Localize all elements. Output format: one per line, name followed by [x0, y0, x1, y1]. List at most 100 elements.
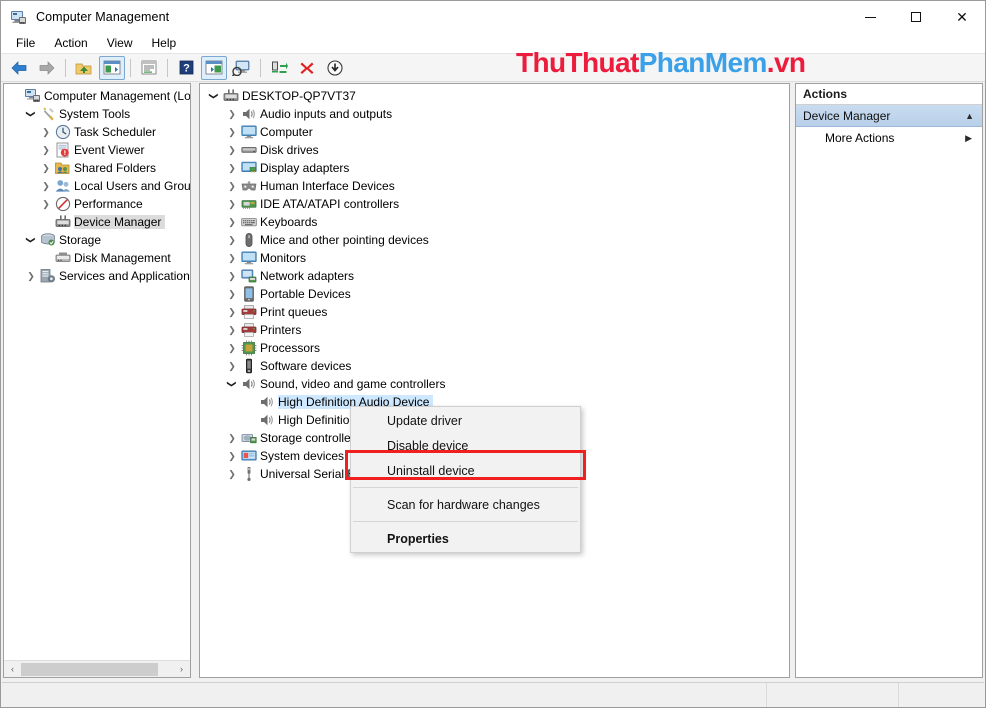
tree-row[interactable]: ❯ Printers	[200, 321, 789, 339]
chevron-right-icon[interactable]: ❯	[224, 249, 240, 267]
tree-row[interactable]: ❯ Print queues	[200, 303, 789, 321]
chevron-right-icon[interactable]: ❯	[38, 159, 54, 177]
chevron-right-icon[interactable]: ❯	[224, 123, 240, 141]
chevron-right-icon[interactable]: ❯	[224, 105, 240, 123]
tree-row[interactable]: ❯ Disk drives	[200, 141, 789, 159]
chevron-right-icon[interactable]: ❯	[224, 429, 240, 447]
chevron-right-icon[interactable]: ❯	[224, 357, 240, 375]
chevron-right-icon[interactable]: ❯	[224, 465, 240, 483]
chevron-right-icon[interactable]: ❯	[224, 159, 240, 177]
scan-hardware-changes-button[interactable]	[229, 56, 255, 80]
left-splitter[interactable]	[192, 83, 199, 678]
tree-row[interactable]: ❯ Local Users and Groups	[4, 177, 190, 195]
chevron-right-icon[interactable]: ❯	[38, 195, 54, 213]
tree-row[interactable]: ❯ Keyboards	[200, 213, 789, 231]
scroll-right-arrow-icon[interactable]: ›	[173, 661, 190, 678]
tree-row[interactable]: ❯ Storage	[4, 231, 190, 249]
chevron-down-icon[interactable]: ❯	[223, 376, 241, 392]
tree-row[interactable]: ❯ Event Viewer	[4, 141, 190, 159]
chevron-right-icon[interactable]: ❯	[38, 141, 54, 159]
toolbar-separator	[130, 58, 131, 77]
close-button[interactable]: ✕	[939, 1, 985, 33]
tree-row[interactable]: ❯ Human Interface Devices	[200, 177, 789, 195]
chevron-right-icon[interactable]: ❯	[224, 447, 240, 465]
actions-section-device-manager[interactable]: Device Manager ▲	[796, 105, 982, 127]
back-button[interactable]	[6, 56, 32, 80]
tree-row-label: Print queues	[260, 305, 328, 319]
show-hide-action-pane-button[interactable]	[201, 55, 227, 80]
hscroll-track[interactable]	[21, 661, 173, 678]
chevron-right-icon[interactable]: ❯	[38, 123, 54, 141]
shared-folders-icon	[54, 160, 72, 176]
properties-button[interactable]	[136, 56, 162, 80]
tree-row[interactable]: ❯ Portable Devices	[200, 285, 789, 303]
chevron-right-icon[interactable]: ❯	[23, 267, 39, 285]
chevron-down-icon[interactable]: ❯	[205, 88, 223, 104]
chevron-down-icon[interactable]: ❯	[22, 106, 40, 122]
tree-row[interactable]: ❯ Shared Folders	[4, 159, 190, 177]
chevron-down-icon[interactable]: ❯	[22, 232, 40, 248]
tree-row[interactable]: ❯ Display adapters	[200, 159, 789, 177]
tree-row[interactable]: ❯ Task Scheduler	[4, 123, 190, 141]
maximize-button[interactable]	[893, 1, 939, 33]
toolbar: ?	[1, 54, 985, 82]
tree-row[interactable]: ❯ Network adapters	[200, 267, 789, 285]
tree-row[interactable]: ❯ Audio inputs and outputs	[200, 105, 789, 123]
menu-help[interactable]: Help	[143, 34, 186, 52]
tree-row-label: System Tools	[59, 107, 131, 121]
chevron-right-icon[interactable]: ❯	[224, 285, 240, 303]
tree-row[interactable]: ❯ Software devices	[200, 357, 789, 375]
forward-button[interactable]	[34, 56, 60, 80]
chevron-right-icon[interactable]: ❯	[224, 177, 240, 195]
chevron-right-icon[interactable]: ❯	[224, 213, 240, 231]
chevron-right-icon[interactable]: ❯	[38, 177, 54, 195]
tree-row[interactable]: ❯ Mice and other pointing devices	[200, 231, 789, 249]
minimize-icon	[864, 16, 876, 18]
display-adapter-icon	[240, 160, 258, 176]
help-button[interactable]: ?	[173, 56, 199, 80]
tree-row[interactable]: ❯ IDE ATA/ATAPI controllers	[200, 195, 789, 213]
ctx-item-properties[interactable]: Properties	[351, 526, 580, 551]
console-tree-hscrollbar[interactable]: ‹ ›	[4, 660, 190, 677]
body-area: Computer Management (Local ❯ System Tools ❯…	[1, 83, 985, 678]
tree-row[interactable]: Disk Management	[4, 249, 190, 267]
chevron-right-icon[interactable]: ❯	[224, 339, 240, 357]
chevron-right-icon[interactable]: ❯	[224, 141, 240, 159]
tree-row[interactable]: Device Manager	[4, 213, 190, 231]
chevron-right-icon[interactable]: ❯	[224, 231, 240, 249]
tree-row[interactable]: ❯ Processors	[200, 339, 789, 357]
ctx-item-disable-device[interactable]: Disable device	[351, 433, 580, 458]
tree-row[interactable]: ❯ DESKTOP-QP7VT37	[200, 87, 789, 105]
disable-device-button[interactable]	[322, 56, 348, 80]
hscroll-thumb[interactable]	[21, 662, 158, 676]
chevron-right-icon[interactable]: ❯	[224, 195, 240, 213]
chevron-right-icon[interactable]: ❯	[224, 267, 240, 285]
ctx-item-update-driver[interactable]: Update driver	[351, 408, 580, 433]
menu-file[interactable]: File	[7, 34, 44, 52]
show-hide-console-tree-button[interactable]	[99, 55, 125, 80]
tree-row[interactable]: ❯ System Tools	[4, 105, 190, 123]
ctx-item-scan-for-hardware-changes[interactable]: Scan for hardware changes	[351, 492, 580, 517]
actions-item-more-actions[interactable]: More Actions ▶	[796, 127, 982, 149]
tree-row[interactable]: ❯ Computer	[200, 123, 789, 141]
tree-row[interactable]: ❯ Sound, video and game controllers	[200, 375, 789, 393]
menu-view[interactable]: View	[98, 34, 142, 52]
system-device-icon	[240, 448, 258, 464]
tree-row[interactable]: ❯ Performance	[4, 195, 190, 213]
show-hide-console-tree-icon	[103, 60, 121, 75]
chevron-up-icon[interactable]: ▲	[965, 111, 974, 121]
chevron-right-icon[interactable]: ❯	[224, 303, 240, 321]
uninstall-device-button[interactable]	[294, 56, 320, 80]
ctx-item-uninstall-device[interactable]: Uninstall device	[351, 458, 580, 483]
tree-row[interactable]: ❯ Monitors	[200, 249, 789, 267]
chevron-right-icon[interactable]: ❯	[224, 321, 240, 339]
tree-row[interactable]: ❯ Services and Applications	[4, 267, 190, 285]
tree-row[interactable]: Computer Management (Local	[4, 87, 190, 105]
minimize-button[interactable]	[847, 1, 893, 33]
up-folder-button[interactable]	[71, 56, 97, 80]
ctx-separator	[353, 487, 578, 488]
update-driver-button[interactable]	[266, 56, 292, 80]
scroll-left-arrow-icon[interactable]: ‹	[4, 661, 21, 678]
menu-action[interactable]: Action	[45, 34, 96, 52]
